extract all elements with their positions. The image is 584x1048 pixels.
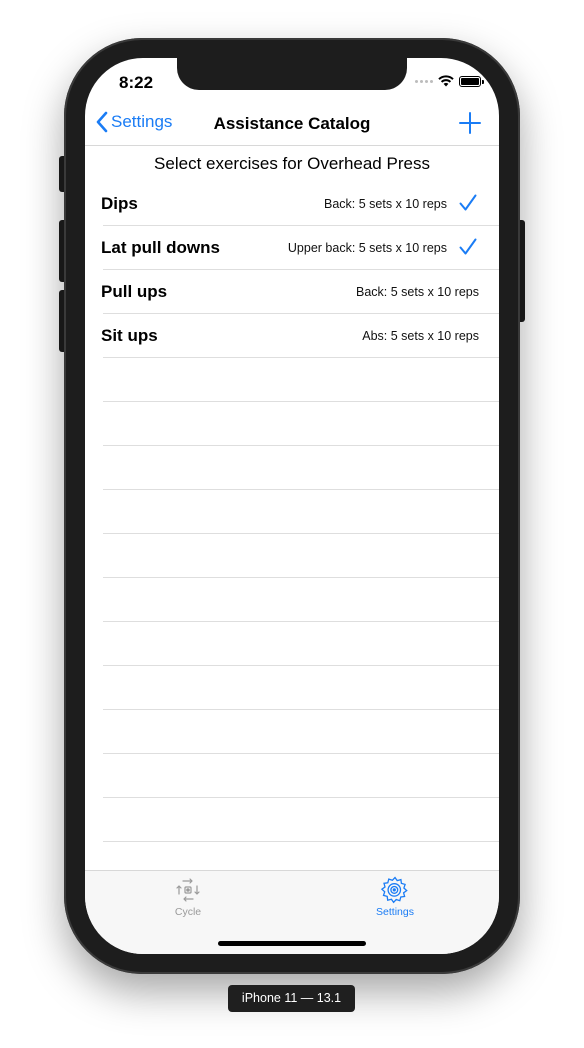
exercise-detail: Upper back: 5 sets x 10 reps <box>287 241 447 255</box>
empty-row <box>85 578 499 622</box>
status-icons <box>415 75 484 87</box>
exercise-detail: Abs: 5 sets x 10 reps <box>362 329 479 343</box>
wifi-icon <box>438 75 454 87</box>
home-indicator[interactable] <box>218 941 366 946</box>
tab-settings-label: Settings <box>376 906 414 918</box>
checkmark-icon <box>459 194 477 211</box>
empty-row <box>85 710 499 754</box>
empty-row <box>85 622 499 666</box>
checkmark-icon <box>459 238 477 255</box>
exercise-list: Dips Back: 5 sets x 10 reps Lat pull downs… <box>85 182 499 886</box>
exercise-detail: Back: 5 sets x 10 reps <box>356 285 479 299</box>
exercise-name: Pull ups <box>101 282 168 301</box>
battery-icon <box>459 75 484 87</box>
navigation-bar: Settings Assistance Catalog <box>85 102 499 146</box>
tab-bar: Cycle Settings <box>85 870 499 954</box>
simulator-stage: 8:22 Settings Assistance Catalog Select … <box>0 0 584 1048</box>
cycle-icon <box>176 878 200 902</box>
plus-icon[interactable] <box>457 110 483 136</box>
tab-cycle-label: Cycle <box>174 906 202 918</box>
phone-screen: 8:22 Settings Assistance Catalog Select … <box>85 58 499 954</box>
exercise-row[interactable]: Dips Back: 5 sets x 10 reps <box>85 182 499 226</box>
exercise-detail: Back: 5 sets x 10 reps <box>324 197 447 211</box>
device-caption: iPhone 11 — 13.1 <box>228 985 355 1012</box>
empty-row <box>85 798 499 842</box>
empty-row <box>85 402 499 446</box>
exercise-row[interactable]: Sit ups Abs: 5 sets x 10 reps <box>85 314 499 358</box>
exercise-row[interactable]: Pull ups Back: 5 sets x 10 reps <box>85 270 499 314</box>
page-title: Assistance Catalog <box>213 114 371 133</box>
tab-settings[interactable]: Settings <box>335 875 455 918</box>
battery-fill <box>461 77 479 85</box>
exercise-row[interactable]: Lat pull downs Upper back: 5 sets x 10 re… <box>85 226 499 270</box>
section-header: Select exercises for Overhead Press <box>154 154 430 173</box>
tab-cycle[interactable]: Cycle <box>128 875 248 918</box>
empty-row <box>85 358 499 402</box>
empty-row <box>85 666 499 710</box>
empty-row <box>85 754 499 798</box>
gear-icon <box>380 876 408 904</box>
empty-row <box>85 446 499 490</box>
exercise-name: Dips <box>101 194 138 213</box>
notch <box>177 58 407 90</box>
signal-dots-icon <box>415 79 433 83</box>
exercise-name: Sit ups <box>101 326 158 345</box>
empty-row <box>85 534 499 578</box>
exercise-name: Lat pull downs <box>101 238 220 257</box>
status-time: 8:22 <box>119 73 154 92</box>
empty-row <box>85 490 499 534</box>
